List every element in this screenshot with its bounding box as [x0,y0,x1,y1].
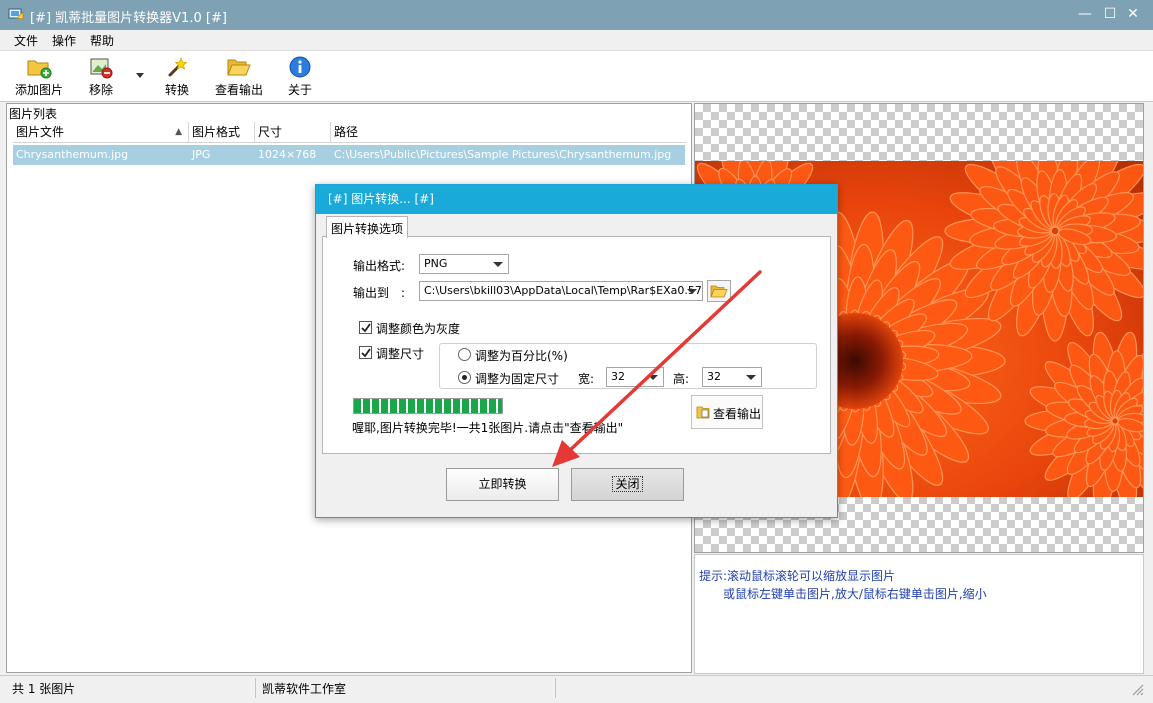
fixed-size-label: 调整为固定尺寸 [475,372,560,386]
sort-asc-icon: ▲ [175,127,182,137]
remove-button[interactable]: 移除 [84,53,118,101]
cell-path: C:\Users\Public\Pictures\Sample Pictures… [334,148,672,161]
width-label: 宽: [578,372,595,386]
magic-wand-icon [168,57,188,77]
cell-format: JPG [192,148,211,161]
status-separator [555,678,556,698]
column-header-format[interactable]: 图片格式 [189,122,255,143]
convert-options-panel: 输出格式: PNG 输出到 : C:\Users\bkill03\AppData… [322,236,831,454]
dropdown-arrow-icon[interactable] [135,71,145,79]
status-studio: 凯蒂软件工作室 [262,682,347,696]
title-bar: [#] 凯蒂批量图片转换器V1.0 [#] — ☐ ✕ [0,0,1153,30]
hint-area: 提示:滚动鼠标滚轮可以缩放显示图片 或鼠标左键单击图片,放大/鼠标右键单击图片,… [694,554,1144,674]
folder-doc-icon [696,406,710,419]
close-dialog-label: 关闭 [612,476,643,492]
format-select[interactable]: PNG [419,254,509,274]
image-remove-icon [90,58,113,79]
menu-bar: 文件 操作 帮助 [0,30,1153,50]
app-icon [8,8,24,20]
column-header-path[interactable]: 路径 [331,122,687,143]
height-label: 高: [673,372,690,386]
tab-convert-options[interactable]: 图片转换选项 [326,216,409,238]
menu-help[interactable]: 帮助 [90,32,114,49]
percent-label: 调整为百分比(%) [475,349,568,363]
toolbar: 添加图片 移除 转换 查看输出 关于 [0,50,1153,102]
output-label: 输出到 : [353,286,406,300]
radio-dot [462,375,467,380]
menu-file[interactable]: 文件 [14,32,38,49]
chevron-down-icon [746,375,756,380]
chevron-down-icon [493,262,503,267]
grayscale-checkbox[interactable] [359,321,372,334]
folder-open-icon [710,285,728,298]
column-header-file[interactable]: 图片文件 ▲ [13,122,189,143]
table-row[interactable]: Chrysanthemum.jpg JPG 1024×768 C:\Users\… [13,145,685,165]
percent-radio[interactable] [458,348,471,361]
fixed-size-radio[interactable] [458,371,471,384]
list-header: 图片文件 ▲ 图片格式 尺寸 路径 [13,122,687,143]
remove-label: 移除 [88,83,113,97]
check-icon [361,323,371,333]
format-select-value: PNG [424,257,448,270]
height-select[interactable]: 32 [702,367,762,387]
status-bar: 共 1 张图片 凯蒂软件工作室 [0,675,1153,703]
close-window-button[interactable]: ✕ [1122,4,1144,24]
completion-message: 喔耶,图片转换完毕!一共1张图片.请点击"查看输出" [352,421,624,435]
view-output-button[interactable]: 查看输出 [212,53,266,101]
convert-dialog: [#] 图片转换... [#] 图片转换选项 输出格式: PNG 输出到 : C… [315,184,838,518]
check-icon [361,348,371,358]
minimize-button[interactable]: — [1074,4,1096,24]
status-separator [255,678,256,698]
column-header-size[interactable]: 尺寸 [255,122,331,143]
convert-button[interactable]: 转换 [160,53,194,101]
progress-bar [353,398,503,414]
resize-grip-icon[interactable] [1130,682,1144,696]
view-output-label: 查看输出 [214,83,263,97]
maximize-button[interactable]: ☐ [1099,4,1121,24]
chevron-down-icon [648,375,658,380]
about-label: 关于 [287,83,312,97]
view-output-dialog-button[interactable]: 查看输出 [691,395,763,429]
output-path-value: C:\Users\bkill03\AppData\Local\Temp\Rar$… [424,284,703,297]
dialog-title: [#] 图片转换... [#] [316,185,837,214]
close-dialog-button[interactable]: 关闭 [571,468,684,501]
resize-label: 调整尺寸 [376,347,425,361]
resize-checkbox[interactable] [359,346,372,359]
width-value: 32 [611,370,625,383]
output-path-select[interactable]: C:\Users\bkill03\AppData\Local\Temp\Rar$… [419,281,703,301]
folder-add-icon [27,60,52,79]
hint-line-1: 提示:滚动鼠标滚轮可以缩放显示图片 [699,569,896,583]
add-image-label: 添加图片 [14,83,63,97]
height-value: 32 [707,370,721,383]
cell-file: Chrysanthemum.jpg [16,148,129,161]
width-select[interactable]: 32 [606,367,664,387]
folder-open-icon [227,59,251,76]
chevron-down-icon [687,289,697,294]
image-list-title: 图片列表 [9,107,58,121]
convert-label: 转换 [164,83,189,97]
browse-folder-button[interactable] [707,280,731,302]
convert-now-button[interactable]: 立即转换 [446,468,559,501]
grayscale-label: 调整颜色为灰度 [376,322,461,336]
view-output-dialog-label: 查看输出 [713,407,762,421]
status-image-count: 共 1 张图片 [12,682,76,696]
info-icon [289,56,311,78]
format-label: 输出格式: [353,259,406,273]
cell-size: 1024×768 [258,148,317,161]
column-header-file-label: 图片文件 [16,125,65,139]
about-button[interactable]: 关于 [285,53,315,101]
hint-line-2: 或鼠标左键单击图片,放大/鼠标右键单击图片,缩小 [723,587,987,601]
add-image-button[interactable]: 添加图片 [12,53,66,101]
menu-operation[interactable]: 操作 [52,32,76,49]
resize-options-group: 调整为百分比(%) 调整为固定尺寸 宽: 32 高: 32 [439,343,817,389]
window-title: [#] 凯蒂批量图片转换器V1.0 [#] [30,11,227,26]
